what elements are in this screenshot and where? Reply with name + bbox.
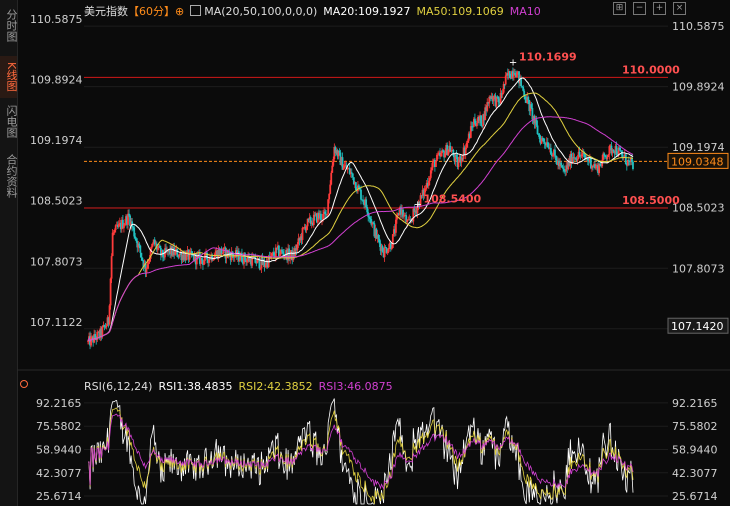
candle-body [301, 227, 304, 240]
candle-body [480, 115, 482, 126]
y-tick-label-left: 109.8924 [30, 74, 83, 87]
rsi-tick-label-left: 25.6714 [36, 490, 82, 503]
candle-body [101, 327, 104, 336]
last-price-label: 109.0348 [671, 155, 724, 168]
rsi2-line [88, 407, 634, 505]
rsi3-line [88, 413, 634, 491]
candle-body [111, 232, 114, 257]
candle-body [624, 154, 627, 165]
y-tick-label-left: 107.1122 [30, 316, 83, 329]
y-tick-label-right: 107.8073 [672, 262, 725, 275]
candle-body [554, 149, 556, 156]
rsi-tick-label-left: 92.2165 [36, 397, 82, 410]
rsi-tick-label-left: 58.9440 [36, 443, 82, 456]
candle-body [627, 159, 630, 161]
rsi1-line [88, 398, 634, 505]
candle-body [328, 193, 331, 200]
candle-body [114, 225, 117, 230]
y-tick-label-right: 109.1974 [672, 141, 725, 154]
candle-body [606, 157, 609, 160]
y-tick-label-left: 109.1974 [30, 134, 83, 147]
candle-body [351, 173, 354, 178]
candle-body [360, 189, 362, 200]
candle-body [140, 252, 143, 258]
price-level-label: 108.5000 [622, 194, 680, 207]
candle-body [320, 213, 322, 221]
candle-body [632, 161, 634, 170]
candle-body [536, 125, 539, 135]
candle-body [329, 184, 332, 194]
candle-body [110, 256, 113, 279]
rsi-tick-label-left: 75.5802 [36, 420, 82, 433]
y-tick-label-right: 110.5875 [672, 20, 725, 33]
y-tick-label-left: 107.8073 [30, 255, 83, 268]
y-tick-label-left: 110.5875 [30, 13, 83, 26]
y-tick-label-right: 108.5023 [672, 202, 725, 215]
candle-body [578, 151, 581, 156]
peak-marker: + [509, 58, 517, 69]
candle-body [560, 162, 563, 166]
low-price-label: 107.1420 [671, 320, 724, 333]
candle-body [527, 97, 530, 101]
y-tick-label-right: 109.8924 [672, 81, 725, 94]
rsi-tick-label-right: 92.2165 [672, 397, 718, 410]
price-level-label: 110.0000 [622, 63, 680, 76]
peak-label: 110.1699 [519, 51, 577, 64]
ma50-line [87, 92, 634, 342]
y-tick-label-left: 108.5023 [30, 195, 83, 208]
candle-body [476, 123, 478, 126]
candle-body [435, 161, 437, 167]
rsi-tick-label-right: 42.3077 [672, 467, 718, 480]
rsi-tick-label-right: 75.5802 [672, 420, 718, 433]
candle-body [139, 245, 142, 253]
candle-body [330, 172, 333, 185]
rsi-tick-label-right: 58.9440 [672, 443, 718, 456]
kline-chart[interactable]: 110.5875 110.5875 109.8924 109.8924 109.1974… [0, 0, 730, 506]
peak-label: 108.5400 [423, 192, 481, 205]
candle-body [383, 247, 386, 258]
candle-body [504, 75, 507, 85]
peak-marker: + [413, 199, 421, 210]
rsi-tick-label-left: 42.3077 [36, 467, 82, 480]
candle-body [105, 325, 108, 328]
ma20-line [87, 77, 634, 342]
rsi-tick-label-right: 25.6714 [672, 490, 718, 503]
